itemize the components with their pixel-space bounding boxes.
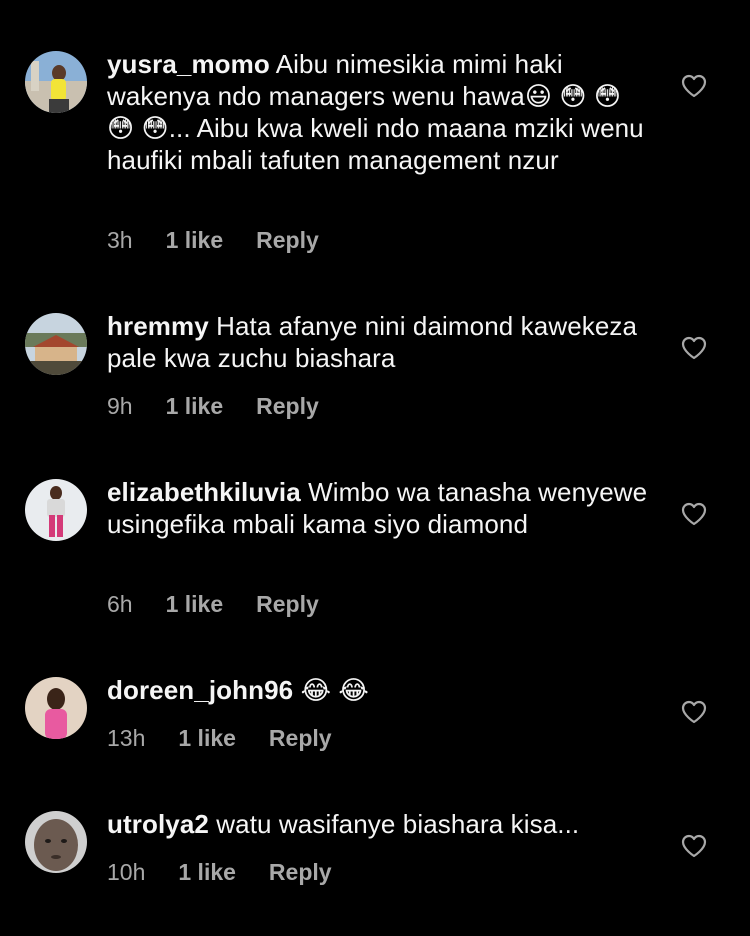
comment-username[interactable]: elizabethkiluvia	[107, 477, 301, 507]
heart-icon[interactable]	[681, 74, 707, 98]
comment-text: 😂 😂	[300, 675, 369, 705]
heart-icon[interactable]	[681, 502, 707, 526]
comment-timestamp: 10h	[107, 859, 146, 885]
comment-username[interactable]: doreen_john96	[107, 675, 293, 705]
avatar[interactable]	[25, 677, 87, 739]
reply-button[interactable]: Reply	[269, 858, 332, 886]
comment-username[interactable]: utrolya2	[107, 809, 209, 839]
avatar[interactable]	[25, 51, 87, 113]
avatar[interactable]	[25, 313, 87, 375]
reply-button[interactable]: Reply	[256, 392, 319, 420]
comment-likes-count[interactable]: 1 like	[166, 590, 224, 618]
comment-username[interactable]: yusra_momo	[107, 49, 270, 79]
reply-button[interactable]: Reply	[269, 724, 332, 752]
comment-timestamp: 9h	[107, 393, 133, 419]
avatar[interactable]	[25, 479, 87, 541]
avatar[interactable]	[25, 811, 87, 873]
comment-likes-count[interactable]: 1 like	[178, 858, 236, 886]
heart-icon[interactable]	[681, 336, 707, 360]
comment-timestamp: 6h	[107, 591, 133, 617]
comment-username[interactable]: hremmy	[107, 311, 209, 341]
comment-timestamp: 13h	[107, 725, 146, 751]
reply-button[interactable]: Reply	[256, 590, 319, 618]
comment-text: watu wasifanye biashara kisa...	[216, 809, 580, 839]
comment-likes-count[interactable]: 1 like	[166, 226, 224, 254]
heart-icon[interactable]	[681, 834, 707, 858]
heart-icon[interactable]	[681, 700, 707, 724]
comment-timestamp: 3h	[107, 227, 133, 253]
comment-likes-count[interactable]: 1 like	[166, 392, 224, 420]
comment-likes-count[interactable]: 1 like	[178, 724, 236, 752]
reply-button[interactable]: Reply	[256, 226, 319, 254]
